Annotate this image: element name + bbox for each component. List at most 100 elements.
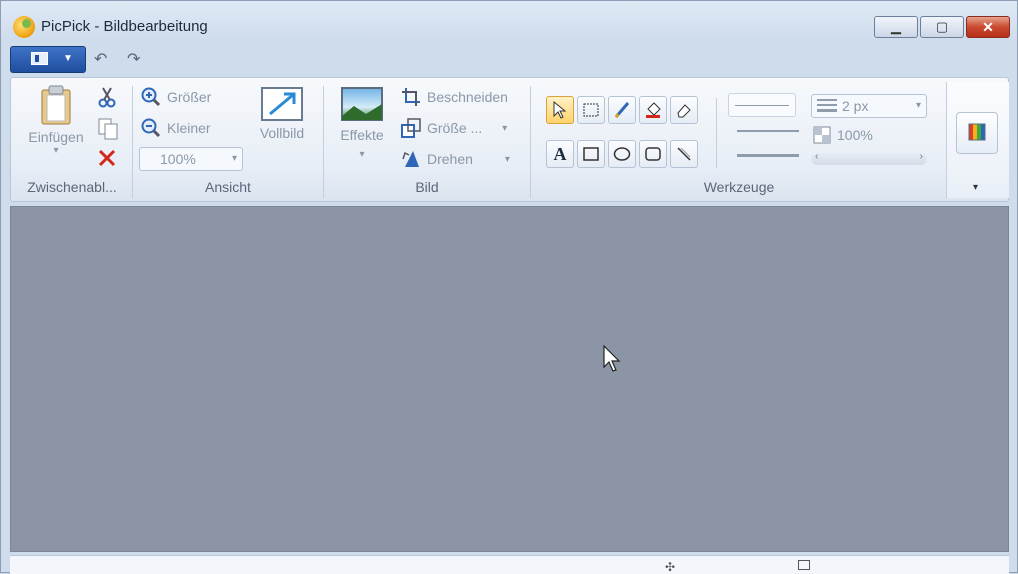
- rect-select-button[interactable]: [577, 96, 605, 124]
- line-tool-icon: [677, 147, 691, 161]
- zoom-in-icon: [141, 87, 161, 107]
- chevron-down-icon: ▼: [63, 53, 73, 64]
- chevron-left-icon: ‹: [815, 151, 819, 162]
- fullscreen-icon: [261, 87, 303, 121]
- zoom-value: 100%: [160, 151, 196, 167]
- chevron-down-icon: ▾: [502, 122, 508, 134]
- group-label-image: Bild: [415, 179, 439, 195]
- cut-button[interactable]: [97, 86, 117, 108]
- app-logo-icon[interactable]: [13, 16, 35, 38]
- status-bar: ✣: [10, 555, 1009, 574]
- effects-button[interactable]: Effekte ▾: [331, 86, 393, 160]
- chevron-down-icon: ▾: [504, 153, 510, 165]
- app-menu-icon: [31, 52, 48, 65]
- maximize-button[interactable]: ▢: [920, 16, 964, 38]
- opacity-slider[interactable]: ‹ ›: [811, 151, 927, 165]
- ribbon: Einfügen ▾ Zwischenabl... Größer Kleiner…: [10, 77, 1009, 202]
- redo-button[interactable]: ↷: [127, 49, 140, 69]
- fullscreen-button[interactable]: Vollbild: [249, 86, 315, 141]
- undo-button[interactable]: ↶: [94, 49, 107, 69]
- rotate-button[interactable]: Drehen ▾: [401, 149, 510, 169]
- rectangle-tool-button[interactable]: [577, 140, 605, 168]
- resize-label: Größe ...: [427, 120, 483, 136]
- crop-button[interactable]: Beschneiden: [401, 87, 508, 107]
- text-tool-button[interactable]: A: [546, 140, 574, 168]
- zoom-in-label: Größer: [167, 89, 212, 105]
- ellipse-icon: [613, 147, 631, 161]
- chevron-right-icon: ›: [919, 151, 923, 162]
- chevron-down-icon: ▾: [231, 153, 237, 164]
- window-title: PicPick - Bildbearbeitung: [41, 18, 208, 35]
- line-width-select[interactable]: 2 px ▾: [811, 94, 927, 118]
- zoom-in-button[interactable]: Größer: [141, 87, 211, 107]
- line-tool-button[interactable]: [670, 140, 698, 168]
- pointer-tool-button[interactable]: [546, 96, 574, 124]
- fill-tool-button[interactable]: [639, 96, 667, 124]
- pen-icon: [614, 102, 630, 118]
- chevron-down-icon: ▾: [359, 149, 365, 160]
- line-width-value: 2 px: [842, 98, 869, 114]
- pointer-tool-icon: [553, 101, 567, 119]
- text-tool-icon: A: [553, 143, 567, 164]
- delete-button[interactable]: [97, 148, 117, 168]
- rectangle-icon: [583, 147, 599, 161]
- color-palette-icon: [968, 123, 986, 141]
- tools-divider: [716, 98, 717, 168]
- zoom-select[interactable]: 100% ▾: [139, 147, 243, 171]
- pen-tool-button[interactable]: [608, 96, 636, 124]
- zoom-out-button[interactable]: Kleiner: [141, 118, 211, 138]
- app-window: PicPick - Bildbearbeitung ▁ ▢ ✕ ▼ ↶ ↷ Ei…: [0, 0, 1018, 574]
- ellipse-tool-button[interactable]: [608, 140, 636, 168]
- zoom-out-icon: [141, 118, 161, 138]
- zoom-out-label: Kleiner: [167, 120, 211, 136]
- image-canvas[interactable]: [10, 206, 1009, 552]
- copy-icon: [98, 118, 118, 140]
- minimize-icon: ▁: [891, 19, 901, 34]
- line-style-thick[interactable]: [737, 154, 799, 157]
- maximize-icon: ▢: [935, 19, 949, 34]
- title-bar: PicPick - Bildbearbeitung ▁ ▢ ✕: [1, 1, 1017, 43]
- rect-select-icon: [583, 103, 599, 117]
- rotate-label: Drehen: [427, 151, 473, 167]
- effects-label: Effekte: [340, 127, 384, 143]
- rounded-rect-tool-button[interactable]: [639, 140, 667, 168]
- rotate-icon: [402, 151, 419, 167]
- cut-icon: [98, 87, 116, 108]
- close-button[interactable]: ✕: [966, 16, 1010, 38]
- resize-button[interactable]: Größe ... ▾: [401, 118, 507, 138]
- group-label-view: Ansicht: [205, 179, 251, 195]
- paste-icon: [41, 85, 71, 125]
- line-width-icon: [817, 99, 837, 112]
- line-style-sample: [735, 105, 789, 106]
- opacity-icon: [813, 126, 831, 144]
- opacity-control[interactable]: 100%: [813, 126, 873, 144]
- group-label-clipboard: Zwischenabl...: [27, 179, 117, 195]
- fullscreen-label: Vollbild: [259, 125, 305, 141]
- close-icon: ✕: [982, 18, 994, 35]
- chevron-down-icon: ▾: [915, 100, 921, 111]
- line-style-medium[interactable]: [737, 130, 799, 132]
- fill-icon: [646, 102, 661, 118]
- chevron-down-icon[interactable]: ▾: [973, 182, 978, 193]
- paste-label: Einfügen: [28, 129, 84, 145]
- crop-label: Beschneiden: [427, 89, 508, 105]
- eraser-icon: [677, 104, 691, 118]
- resize-icon: [401, 118, 421, 138]
- redo-icon: ↷: [127, 51, 141, 68]
- undo-icon: ↶: [94, 51, 108, 68]
- color-panel: ▾: [946, 82, 1009, 198]
- paste-button[interactable]: Einfügen ▾: [19, 84, 93, 156]
- line-style-solid[interactable]: [728, 93, 796, 117]
- eraser-tool-button[interactable]: [670, 96, 698, 124]
- crop-icon: [402, 88, 420, 106]
- selection-size-icon: [798, 560, 810, 570]
- delete-icon: [98, 149, 116, 167]
- minimize-button[interactable]: ▁: [874, 16, 918, 38]
- chevron-down-icon: ▾: [53, 145, 59, 156]
- app-menu-button[interactable]: ▼: [10, 46, 86, 73]
- cursor-position-icon: ✣: [665, 560, 676, 574]
- effects-icon: [341, 87, 383, 121]
- copy-button[interactable]: [97, 117, 119, 141]
- group-label-tools: Werkzeuge: [703, 179, 775, 195]
- color-palette-button[interactable]: [956, 112, 998, 154]
